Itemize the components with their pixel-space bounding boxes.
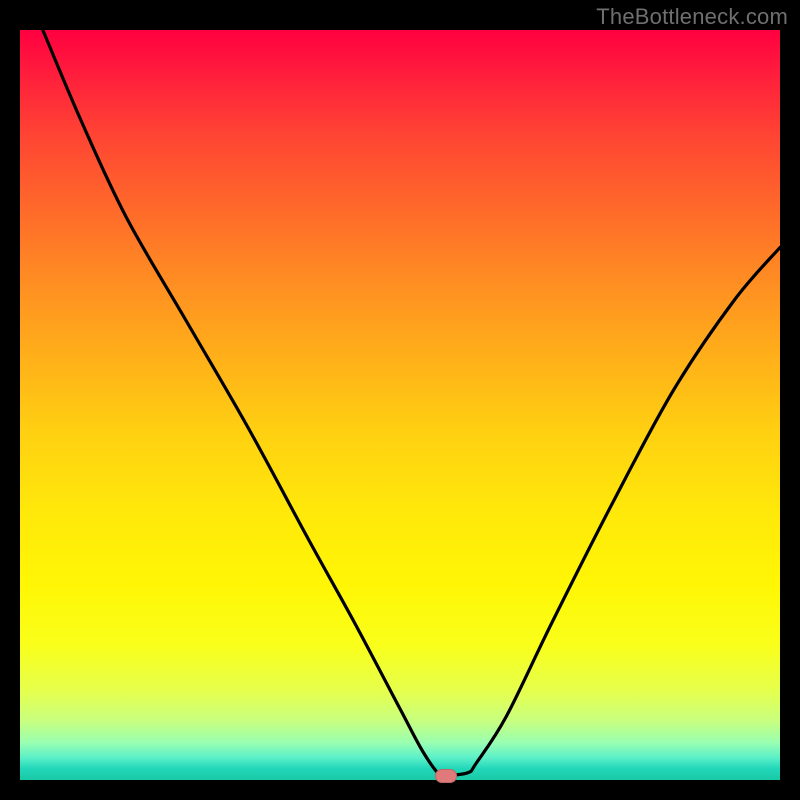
chart-frame: TheBottleneck.com xyxy=(0,0,800,800)
optimal-point-marker xyxy=(435,769,457,783)
plot-area xyxy=(20,30,780,780)
bottleneck-curve xyxy=(20,30,780,780)
watermark-text: TheBottleneck.com xyxy=(596,4,788,30)
